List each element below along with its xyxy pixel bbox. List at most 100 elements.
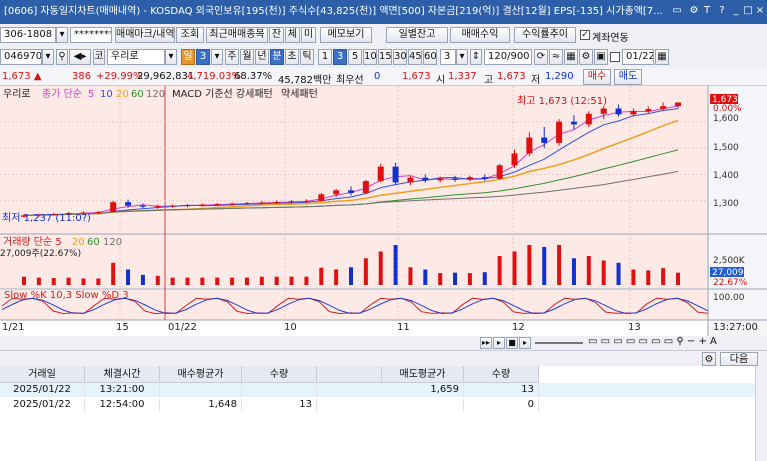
buy-button[interactable]: 매수: [583, 69, 611, 85]
sell-button[interactable]: 매도: [614, 69, 642, 85]
price-change-pct: +29.99%: [96, 71, 143, 82]
candle: [466, 177, 473, 180]
tab-year[interactable]: 년: [255, 49, 269, 65]
cell-sell-avg: 1,659: [382, 383, 464, 397]
candle: [570, 121, 577, 125]
view-up-icon[interactable]: ⇕: [470, 49, 482, 65]
recent-trades-button[interactable]: 최근매매종목: [206, 27, 268, 43]
tab-tick[interactable]: 틱: [300, 49, 314, 65]
stock-toolbar: 046970 ▾ ⚲ ◀▸ 코 우리로 ▾ 일 3 ▾ 주 월 년 분 초 틱 …: [0, 46, 767, 68]
candle: [437, 178, 444, 181]
count-field[interactable]: 3: [440, 49, 456, 65]
volume-bar: [601, 260, 606, 285]
tab-minute[interactable]: 분: [270, 49, 284, 65]
period-count-dropdown-icon[interactable]: ▾: [211, 49, 223, 65]
account-number[interactable]: 306-1808: [0, 27, 56, 43]
close-icon[interactable]: ×: [754, 5, 766, 17]
settings-icon[interactable]: ⚙: [688, 5, 700, 17]
table-settings-icon[interactable]: ⚙: [702, 352, 716, 366]
zoom-slider[interactable]: [535, 342, 583, 344]
date-field[interactable]: 01/22: [622, 49, 654, 65]
cell-time: 13:21:00: [85, 383, 160, 397]
period-count-button[interactable]: 3: [196, 49, 210, 65]
market-code-button[interactable]: 코: [93, 49, 105, 65]
stock-code-field[interactable]: 046970: [0, 49, 42, 65]
restore-icon[interactable]: ▭: [671, 5, 683, 17]
open-label: 시: [436, 75, 446, 86]
volume-bar: [482, 272, 487, 285]
quote-bar: 1,673 ▲ 386 +29.99% 29,962,831 4,719.03%…: [0, 68, 767, 86]
volume-bar: [185, 277, 190, 285]
period-day-button[interactable]: 일: [181, 49, 195, 65]
count-dropdown-icon[interactable]: ▾: [456, 49, 468, 65]
table-scrollbar[interactable]: [755, 366, 767, 461]
search-icon[interactable]: ⚲: [56, 49, 68, 65]
settings-icon[interactable]: ⚙: [579, 49, 593, 65]
chart-svg[interactable]: 우리로 종가 단순 5 10 20 60 120 MACD 기준선 강세패턴 약…: [0, 86, 767, 336]
scroll-end-icon[interactable]: ▸▸: [480, 337, 492, 349]
trade-table: 거래일 체결시간 매수평균가 수량 매도평균가 수량 2025/01/22 13…: [0, 366, 767, 461]
minute-opt-1[interactable]: 1: [318, 49, 332, 65]
chart-tools-icons[interactable]: ▭ ▭ ▭ ▭ ▭ ▭ ▭ ⚲ − + A: [588, 336, 717, 347]
stock-name-field[interactable]: 우리로: [107, 49, 165, 65]
profit-trend-button[interactable]: 수익률추이: [514, 27, 576, 43]
tab-month[interactable]: 월: [240, 49, 254, 65]
balance-button[interactable]: 잔: [269, 27, 284, 43]
memo-button[interactable]: 메모보기: [320, 27, 372, 43]
candle: [660, 106, 667, 110]
col-header-date: 거래일: [0, 366, 85, 383]
x-axis-label: 11: [397, 322, 410, 333]
fill-button[interactable]: 체: [285, 27, 300, 43]
legend-ma-10: 10: [100, 89, 113, 100]
maximize-icon[interactable]: □: [742, 5, 754, 17]
candle: [288, 201, 295, 203]
query-button[interactable]: 조회: [176, 27, 204, 43]
minute-opt-45[interactable]: 45: [408, 49, 422, 65]
volume-bar: [155, 275, 160, 285]
trade-profit-button[interactable]: 매매수익: [450, 27, 510, 43]
chart-area[interactable]: 우리로 종가 단순 5 10 20 60 120 MACD 기준선 강세패턴 약…: [0, 86, 767, 336]
trade-mark-button[interactable]: 매매마크/내역: [115, 27, 175, 43]
volume-bar: [289, 276, 294, 285]
tab-week[interactable]: 주: [225, 49, 239, 65]
font-icon[interactable]: T: [701, 5, 713, 17]
chart-sync-icon[interactable]: ⟳: [534, 49, 548, 65]
next-page-button[interactable]: 다음: [720, 352, 758, 366]
name-dropdown-icon[interactable]: ▾: [165, 49, 177, 65]
save-icon[interactable]: ▣: [594, 49, 608, 65]
date-checkbox[interactable]: [610, 52, 620, 62]
minute-opt-3[interactable]: 3: [333, 49, 347, 65]
code-dropdown-icon[interactable]: ▾: [42, 49, 54, 65]
tab-second[interactable]: 초: [285, 49, 299, 65]
volume: 29,962,831: [137, 71, 195, 82]
candle: [273, 201, 280, 203]
account-link-checkbox[interactable]: ✓: [580, 30, 590, 40]
col-header-blank: [317, 366, 382, 383]
candle: [348, 190, 354, 193]
col-header-time: 체결시간: [85, 366, 160, 383]
minute-opt-10[interactable]: 10: [363, 49, 377, 65]
speaker-icon[interactable]: ◀▸: [69, 49, 91, 65]
volume-ratio: 4,719.03%: [187, 71, 242, 82]
volume-value: 27,009주(22.67%): [0, 248, 81, 259]
password-field[interactable]: ********: [70, 27, 112, 43]
minimize-icon[interactable]: _: [730, 5, 742, 17]
view-count-field[interactable]: 120/900: [484, 49, 532, 65]
candle: [496, 165, 503, 179]
stop-icon[interactable]: ■: [506, 337, 518, 349]
help-icon[interactable]: ?: [716, 5, 728, 17]
daily-balance-button[interactable]: 일별잔고: [386, 27, 448, 43]
prev-icon[interactable]: ▸: [519, 337, 531, 349]
minute-opt-5[interactable]: 5: [348, 49, 362, 65]
calendar-icon[interactable]: ▦: [655, 49, 669, 65]
compare-icon[interactable]: ≈: [549, 49, 563, 65]
x-axis-label: 13: [628, 322, 641, 333]
minute-opt-30[interactable]: 30: [393, 49, 407, 65]
account-dropdown-icon[interactable]: ▾: [56, 27, 68, 43]
unfilled-button[interactable]: 미: [301, 27, 316, 43]
account-link-label: 계좌연동: [592, 33, 629, 44]
play-icon[interactable]: ▸: [493, 337, 505, 349]
minute-opt-15[interactable]: 15: [378, 49, 392, 65]
grid-icon[interactable]: ▦: [564, 49, 578, 65]
minute-opt-60[interactable]: 60: [423, 49, 437, 65]
